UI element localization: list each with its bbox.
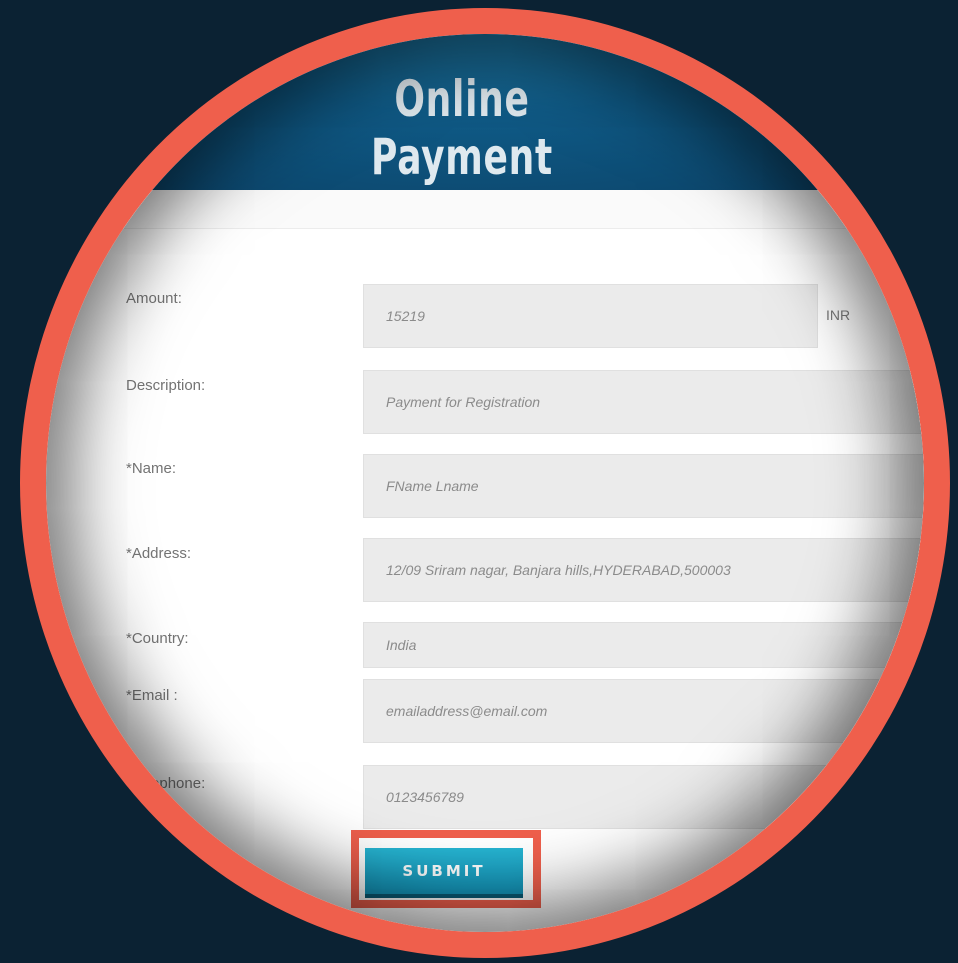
- country-label: *Country:: [126, 630, 189, 647]
- currency-unit: INR: [826, 307, 851, 323]
- name-label: *Name:: [126, 460, 177, 477]
- telephone-value: 0123456789: [386, 789, 464, 805]
- submit-button[interactable]: SUBMIT: [365, 848, 523, 894]
- telephone-field[interactable]: 0123456789: [363, 765, 924, 829]
- amount-value: 15219: [386, 308, 425, 324]
- country-select[interactable]: India: [363, 622, 924, 668]
- amount-label: Amount:: [126, 290, 182, 307]
- description-value: Payment for Registration: [386, 394, 541, 410]
- header-divider: [46, 190, 924, 229]
- name-field[interactable]: FName Lname: [363, 454, 924, 518]
- telephone-label: *Telephone:: [126, 775, 206, 792]
- amount-field[interactable]: 15219: [363, 284, 818, 348]
- address-value: 12/09 Sriram nagar, Banjara hills,HYDERA…: [386, 562, 731, 578]
- magnifier-circle: Online Payment Amount: 15219 INR Descrip…: [20, 8, 950, 958]
- payment-page: Online Payment Amount: 15219 INR Descrip…: [46, 34, 924, 932]
- description-field[interactable]: Payment for Registration: [363, 370, 924, 434]
- name-value: FName Lname: [386, 478, 479, 494]
- page-title: Online Payment: [371, 70, 553, 186]
- email-field[interactable]: emailaddress@email.com: [363, 679, 924, 743]
- description-label: Description:: [126, 377, 206, 394]
- screenshot-stage: Online Payment Amount: 15219 INR Descrip…: [0, 0, 958, 963]
- address-field[interactable]: 12/09 Sriram nagar, Banjara hills,HYDERA…: [363, 538, 924, 602]
- email-label: *Email :: [126, 687, 178, 704]
- email-value: emailaddress@email.com: [386, 703, 548, 719]
- address-label: *Address:: [126, 545, 192, 562]
- page-header: Online Payment: [46, 34, 924, 190]
- country-value: India: [386, 637, 417, 653]
